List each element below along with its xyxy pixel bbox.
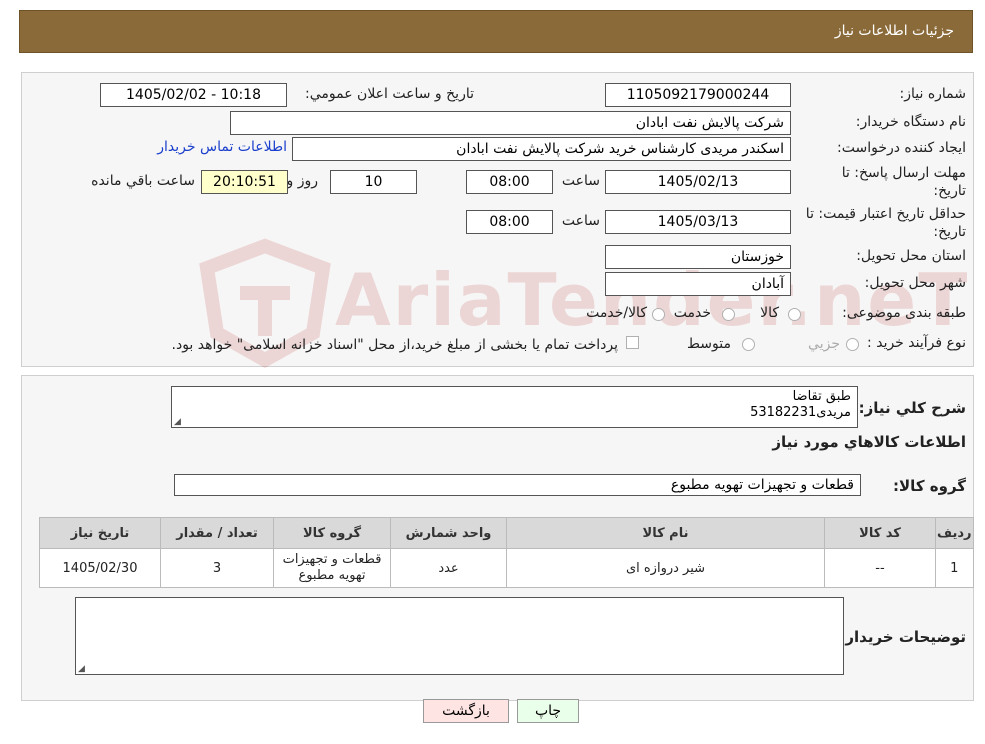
process-option-medium: متوسط (687, 336, 731, 352)
col-group: گروه کالا (273, 517, 391, 549)
row-date: 1405/02/30 (39, 548, 161, 588)
treasury-checkbox[interactable] (626, 336, 639, 349)
goods-table-wrap: رديف کد کالا نام کالا واحد شمارش گروه کا… (39, 517, 974, 588)
buyer-label: نام دستگاه خریدار: (855, 114, 966, 130)
page-header: جزئیات اطلاعات نیاز (19, 10, 973, 53)
row-code: -- (824, 548, 936, 588)
goods-section-title: اطلاعات کالاهاي مورد نياز (772, 433, 966, 451)
process-radio-medium[interactable] (742, 338, 755, 351)
row-name: شیر دروازه ای (506, 548, 825, 588)
buyer-field[interactable]: شرکت پالایش نفت ابادان (230, 111, 791, 135)
description-textarea[interactable]: طبق تقاضا مریدی53182231 ◢ (171, 386, 858, 428)
process-label: نوع فرآیند خرید : (867, 335, 966, 351)
category-radio-service[interactable] (722, 308, 735, 321)
watermark-text: AriaTender.neT (335, 258, 970, 342)
days-label: روز و (286, 173, 319, 189)
city-label: شهر محل تحویل: (864, 275, 966, 291)
days-field[interactable]: 10 (330, 170, 417, 194)
row-qty: 3 (160, 548, 274, 588)
col-index: رديف (935, 517, 974, 549)
category-label: طبقه بندی موضوعی: (842, 305, 966, 321)
back-button[interactable]: بازگشت (423, 699, 509, 723)
table-row: 1 -- شیر دروازه ای عدد قطعات و تجهیزات ت… (39, 548, 974, 588)
goods-group-label: گروه کالا: (893, 477, 966, 495)
category-option-goods-service: کالا/خدمت (586, 305, 647, 321)
validity-time-field[interactable]: 08:00 (466, 210, 553, 234)
page-title: جزئیات اطلاعات نیاز (834, 23, 954, 39)
col-code: کد کالا (824, 517, 936, 549)
col-date: تاريخ نياز (39, 517, 161, 549)
process-radio-partial[interactable] (846, 338, 859, 351)
deadline-time-field[interactable]: 08:00 (466, 170, 553, 194)
validity-label: حداقل تاریخ اعتبار قیمت: تا تاریخ: (805, 206, 966, 240)
row-group: قطعات و تجهیزات تهویه مطبوع (273, 548, 391, 588)
row-index: 1 (935, 548, 974, 588)
treasury-note: پرداخت تمام یا بخشی از مبلغ خرید،از محل … (171, 337, 618, 353)
creator-label: ایجاد کننده درخواست: (837, 140, 966, 156)
buyer-notes-label: توضیحات خریدار: (839, 628, 966, 646)
deadline-label: مهلت ارسال پاسخ: تا تاریخ: (841, 165, 966, 199)
col-unit: واحد شمارش (390, 517, 507, 549)
resize-grip-icon[interactable]: ◢ (174, 417, 181, 427)
province-field[interactable]: خوزستان (605, 245, 791, 269)
validity-time-label: ساعت (561, 213, 600, 229)
row-unit: عدد (390, 548, 507, 588)
remaining-label: ساعت باقي مانده (91, 173, 195, 189)
category-radio-goods[interactable] (788, 308, 801, 321)
deadline-time-label: ساعت (561, 173, 600, 189)
deadline-date-field[interactable]: 1405/02/13 (605, 170, 791, 194)
col-name: نام کالا (506, 517, 825, 549)
goods-table: رديف کد کالا نام کالا واحد شمارش گروه کا… (39, 517, 974, 588)
province-label: استان محل تحویل: (856, 248, 966, 264)
description-label: شرح کلي نياز: (858, 399, 966, 417)
announce-datetime-field[interactable]: 1405/02/02 - 10:18 (100, 83, 287, 107)
creator-field[interactable]: اسکندر مریدی کارشناس خرید شرکت پالایش نف… (292, 137, 791, 161)
description-line-2: مریدی53182231 (750, 405, 851, 420)
validity-date-field[interactable]: 1405/03/13 (605, 210, 791, 234)
need-number-label: شماره نیاز: (899, 86, 967, 102)
buyer-notes-textarea[interactable]: ◢ (75, 597, 844, 675)
city-field[interactable]: آبادان (605, 272, 791, 296)
announce-label: تاریخ و ساعت اعلان عمومي: (305, 86, 474, 102)
need-number-field[interactable]: 1105092179000244 (605, 83, 791, 107)
category-option-goods: کالا (760, 305, 779, 321)
resize-grip-icon[interactable]: ◢ (78, 664, 85, 674)
col-qty: تعداد / مقدار (160, 517, 274, 549)
category-option-service: خدمت (673, 305, 711, 321)
process-option-partial: جزیي (808, 336, 840, 352)
category-radio-goods-service[interactable] (652, 308, 665, 321)
print-button[interactable]: چاپ (517, 699, 579, 723)
remaining-time-field: 20:10:51 (201, 170, 288, 194)
buyer-contact-link[interactable]: اطلاعات تماس خریدار (157, 139, 287, 155)
description-line-1: طبق تقاضا (792, 389, 851, 404)
goods-group-field[interactable]: قطعات و تجهیزات تهویه مطبوع (174, 474, 861, 496)
